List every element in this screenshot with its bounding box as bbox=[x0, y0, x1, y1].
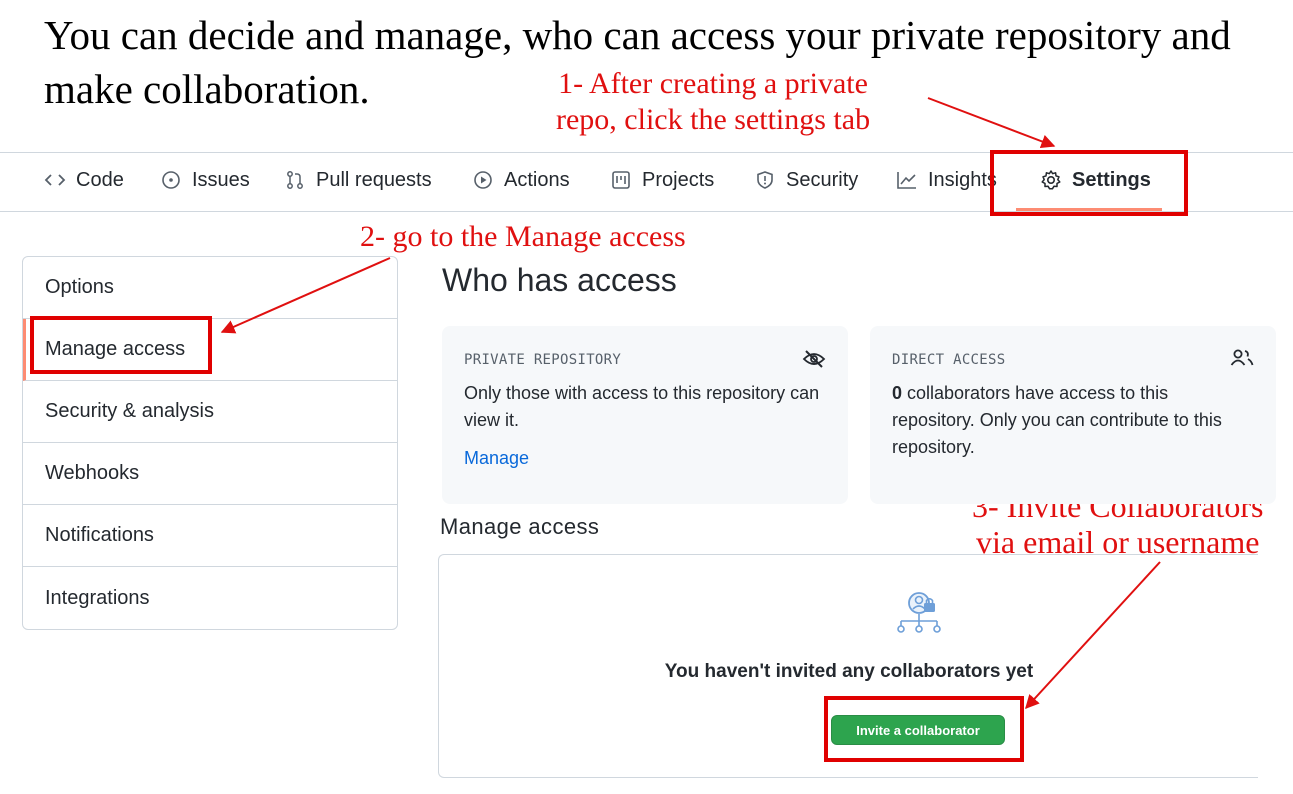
tab-insights[interactable]: Insights bbox=[896, 153, 997, 207]
pull-request-icon bbox=[284, 169, 306, 191]
manage-access-heading: Manage access bbox=[440, 514, 600, 539]
private-card-text: Only those with access to this repositor… bbox=[464, 383, 820, 430]
issue-icon bbox=[160, 169, 182, 191]
project-icon bbox=[610, 169, 632, 191]
manage-link[interactable]: Manage bbox=[464, 448, 826, 469]
sidebar-item-integrations[interactable]: Integrations bbox=[23, 567, 397, 629]
eye-closed-icon bbox=[802, 348, 826, 375]
sidebar-item-security-analysis[interactable]: Security & analysis bbox=[23, 381, 397, 443]
code-icon bbox=[44, 169, 66, 191]
annotation-step-1: 1- After creating a private repo, click … bbox=[556, 67, 871, 136]
people-icon bbox=[1230, 348, 1254, 373]
private-card-title: PRIVATE REPOSITORY bbox=[464, 352, 622, 368]
sidebar-item-webhooks[interactable]: Webhooks bbox=[23, 443, 397, 505]
highlight-invite-button bbox=[824, 696, 1024, 762]
tab-pull-requests[interactable]: Pull requests bbox=[284, 153, 432, 207]
shield-icon bbox=[754, 169, 776, 191]
tab-actions[interactable]: Actions bbox=[472, 153, 570, 207]
settings-sidebar: Options Manage access Security & analysi… bbox=[22, 256, 398, 630]
collaborators-lock-icon bbox=[889, 591, 953, 644]
tab-issues[interactable]: Issues bbox=[160, 153, 250, 207]
empty-state-message: You haven't invited any collaborators ye… bbox=[664, 661, 1034, 682]
direct-card-text: 0 collaborators have access to this repo… bbox=[892, 383, 1222, 457]
annotation-step-2: 2- go to the Manage access bbox=[360, 220, 686, 253]
direct-card-title: DIRECT ACCESS bbox=[892, 352, 1006, 368]
tab-code[interactable]: Code bbox=[44, 153, 124, 207]
highlight-manage-access bbox=[30, 316, 212, 374]
tab-security[interactable]: Security bbox=[754, 153, 858, 207]
collaborator-count: 0 bbox=[892, 383, 903, 403]
private-repository-card: PRIVATE REPOSITORY Only those with acces… bbox=[442, 326, 848, 504]
highlight-settings-tab bbox=[990, 150, 1188, 216]
play-icon bbox=[472, 169, 494, 191]
tab-projects[interactable]: Projects bbox=[610, 153, 714, 207]
page-title: Who has access bbox=[442, 262, 677, 298]
sidebar-item-options[interactable]: Options bbox=[23, 257, 397, 319]
direct-access-card: DIRECT ACCESS 0 collaborators have acces… bbox=[870, 326, 1276, 504]
graph-icon bbox=[896, 169, 918, 191]
sidebar-item-notifications[interactable]: Notifications bbox=[23, 505, 397, 567]
